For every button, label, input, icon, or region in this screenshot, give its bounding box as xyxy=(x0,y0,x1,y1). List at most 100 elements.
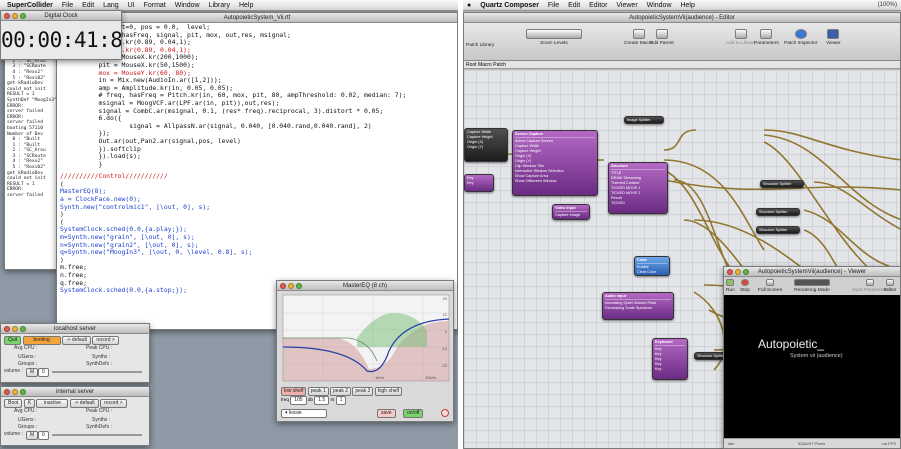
qc-menu-file[interactable]: File xyxy=(548,0,559,10)
sc-menu-library[interactable]: Library xyxy=(209,0,230,10)
editor-button[interactable]: Editor xyxy=(884,279,897,293)
patch-node-keyboard[interactable]: Keyboard Key Key Key Key Key xyxy=(652,338,688,380)
patch-node-screen-capture[interactable]: Screen Capture Active Capture Screen Capt… xyxy=(512,130,598,196)
patch-node-structure[interactable]: Structure TITLE DRAW Streaming Themed Cont… xyxy=(608,162,668,214)
patch-node-structure-splitter[interactable]: Structure Splitter xyxy=(756,226,800,234)
zoom-icon[interactable] xyxy=(20,13,26,19)
zoom-icon[interactable] xyxy=(20,389,26,395)
viewer-button[interactable]: Viewer xyxy=(826,29,841,46)
record-button[interactable]: record > xyxy=(92,336,119,345)
minimize-icon[interactable] xyxy=(12,389,18,395)
qc-menu-window[interactable]: Window xyxy=(647,0,672,10)
kill-button[interactable]: K xyxy=(23,399,36,408)
close-icon[interactable] xyxy=(4,326,10,332)
minimize-icon[interactable] xyxy=(288,283,294,289)
battery-status: (100%) xyxy=(877,2,897,8)
rs-label: rs xyxy=(330,397,335,402)
server-status-badge: inactive xyxy=(36,399,69,408)
tab-peak-3[interactable]: peak 3 xyxy=(352,387,374,396)
patch-port: Capture Height xyxy=(467,135,493,139)
stop-button[interactable]: Stop xyxy=(740,279,750,293)
record-button[interactable]: record > xyxy=(100,399,127,408)
code-line: ( xyxy=(60,179,64,188)
localhost-server-titlebar[interactable]: localhost server xyxy=(1,324,149,334)
boot-button[interactable]: Boot xyxy=(4,399,23,408)
qc-menu-edit[interactable]: Edit xyxy=(568,0,580,10)
rs-field[interactable]: 1 xyxy=(335,396,347,405)
patch-inspector-button[interactable]: Patch Inspector xyxy=(784,29,817,46)
preset-select[interactable]: ▾ lessie xyxy=(281,409,327,418)
patch-node-structure-splitter[interactable]: Structure Splitter xyxy=(760,180,804,188)
patch-node-structure-splitter[interactable]: Structure Splitter xyxy=(756,208,800,216)
close-icon[interactable] xyxy=(4,13,10,19)
set-default-button[interactable]: -> default xyxy=(69,399,99,408)
qc-menu-help[interactable]: Help xyxy=(680,0,694,10)
patch-node[interactable]: Capture Width Capture Height Origin (X) Ori… xyxy=(464,128,508,162)
run-button[interactable]: Run xyxy=(726,279,735,293)
qc-app-menu[interactable]: Quartz Composer xyxy=(480,0,539,10)
patch-node-color[interactable]: Color Enable Clear Color xyxy=(634,256,670,276)
qc-editor-titlebar[interactable]: AutopoieticSystemVii(audience) - Editor xyxy=(464,13,900,23)
volume-value[interactable]: 0 xyxy=(38,431,49,440)
volume-value[interactable]: 0 xyxy=(38,368,49,377)
patch-library-button[interactable]: Patch Library xyxy=(466,43,494,48)
digital-clock-title: Digital Clock xyxy=(44,13,78,19)
tab-high-shelf[interactable]: high shelf xyxy=(374,387,403,396)
minimize-icon[interactable] xyxy=(12,13,18,19)
qc-menu-viewer[interactable]: Viewer xyxy=(616,0,637,10)
patch-node-video-input[interactable]: Video Input Capture Image xyxy=(552,204,590,220)
sc-menu-help[interactable]: Help xyxy=(239,0,253,10)
breadcrumb-root[interactable]: Root Macro Patch xyxy=(466,62,506,68)
quit-button[interactable]: Quit xyxy=(4,336,22,345)
patch-port: Clip Window Title xyxy=(515,164,545,168)
apple-icon[interactable]: ● xyxy=(467,0,471,10)
close-icon[interactable] xyxy=(280,283,286,289)
sc-menu-ui[interactable]: UI xyxy=(128,0,135,10)
zoom-icon[interactable] xyxy=(20,326,26,332)
eq-db-tick: 10 xyxy=(443,312,448,317)
volume-slider[interactable] xyxy=(52,434,142,436)
close-icon[interactable] xyxy=(727,269,733,275)
close-icon[interactable] xyxy=(4,389,10,395)
code-line: ) xyxy=(60,255,64,264)
set-default-button[interactable]: -> default xyxy=(61,336,91,345)
tab-low-shelf[interactable]: low shelf xyxy=(281,387,307,396)
edit-parent-button[interactable]: Edit Parent xyxy=(650,29,674,46)
sc-menu-format[interactable]: Format xyxy=(144,0,166,10)
add-to-library-button[interactable]: Add to Library xyxy=(726,29,756,46)
rendering-mode-control[interactable]: Rendering Mode xyxy=(794,279,830,293)
qc-viewer-titlebar[interactable]: AutopoieticSystemVii(audience) - Viewer xyxy=(724,267,900,277)
record-icon[interactable] xyxy=(441,409,449,417)
zoom-icon[interactable] xyxy=(296,283,302,289)
db-label: db xyxy=(307,397,313,402)
zoom-icon[interactable] xyxy=(743,269,749,275)
mute-button[interactable]: M xyxy=(26,368,39,377)
patch-node-audio-input[interactable]: Audio Input Increasing Quiet Volume Peak D… xyxy=(602,292,674,320)
save-button[interactable]: save xyxy=(377,409,396,418)
minimize-icon[interactable] xyxy=(735,269,741,275)
eq-enable-toggle[interactable]: on/off xyxy=(403,409,424,418)
db-field[interactable]: 1.5 xyxy=(314,396,330,405)
tab-peak-1[interactable]: peak 1 xyxy=(307,387,329,396)
patch-node-image-splitter[interactable]: Image Splitter xyxy=(624,116,664,124)
patch-node[interactable]: Key Key xyxy=(464,174,494,192)
freq-field[interactable]: 105 xyxy=(290,396,307,405)
minimize-icon[interactable] xyxy=(12,326,18,332)
full-screen-button[interactable]: Full Screen xyxy=(758,279,782,293)
code-line: m.free; xyxy=(60,263,87,272)
viewer-render-area[interactable]: Autopoietic_ System vii (audience) xyxy=(724,295,900,438)
master-eq-titlebar[interactable]: MasterEQ (8 ch) xyxy=(277,281,453,291)
breadcrumb[interactable]: Root Macro Patch xyxy=(464,61,900,69)
internal-server-titlebar[interactable]: internal server xyxy=(1,387,149,397)
digital-clock-titlebar[interactable]: Digital Clock xyxy=(1,11,121,21)
parameters-button[interactable]: Parameters xyxy=(754,29,779,46)
mute-button[interactable]: M xyxy=(26,431,39,440)
create-macro-button[interactable]: Create Macro xyxy=(624,29,653,46)
tab-peak-2[interactable]: peak 2 xyxy=(330,387,352,396)
zoom-levels-control[interactable]: Zoom Levels xyxy=(524,29,584,46)
qc-menu-editor[interactable]: Editor xyxy=(589,0,607,10)
sc-menu-window[interactable]: Window xyxy=(175,0,200,10)
volume-slider[interactable] xyxy=(52,371,142,373)
code-block-control[interactable]: //////////Control///////////(MasterEQ(8)… xyxy=(57,172,457,296)
eq-curve-graph[interactable]: 20 10 0 -10 -20 1kHz 10kHz xyxy=(277,291,454,387)
